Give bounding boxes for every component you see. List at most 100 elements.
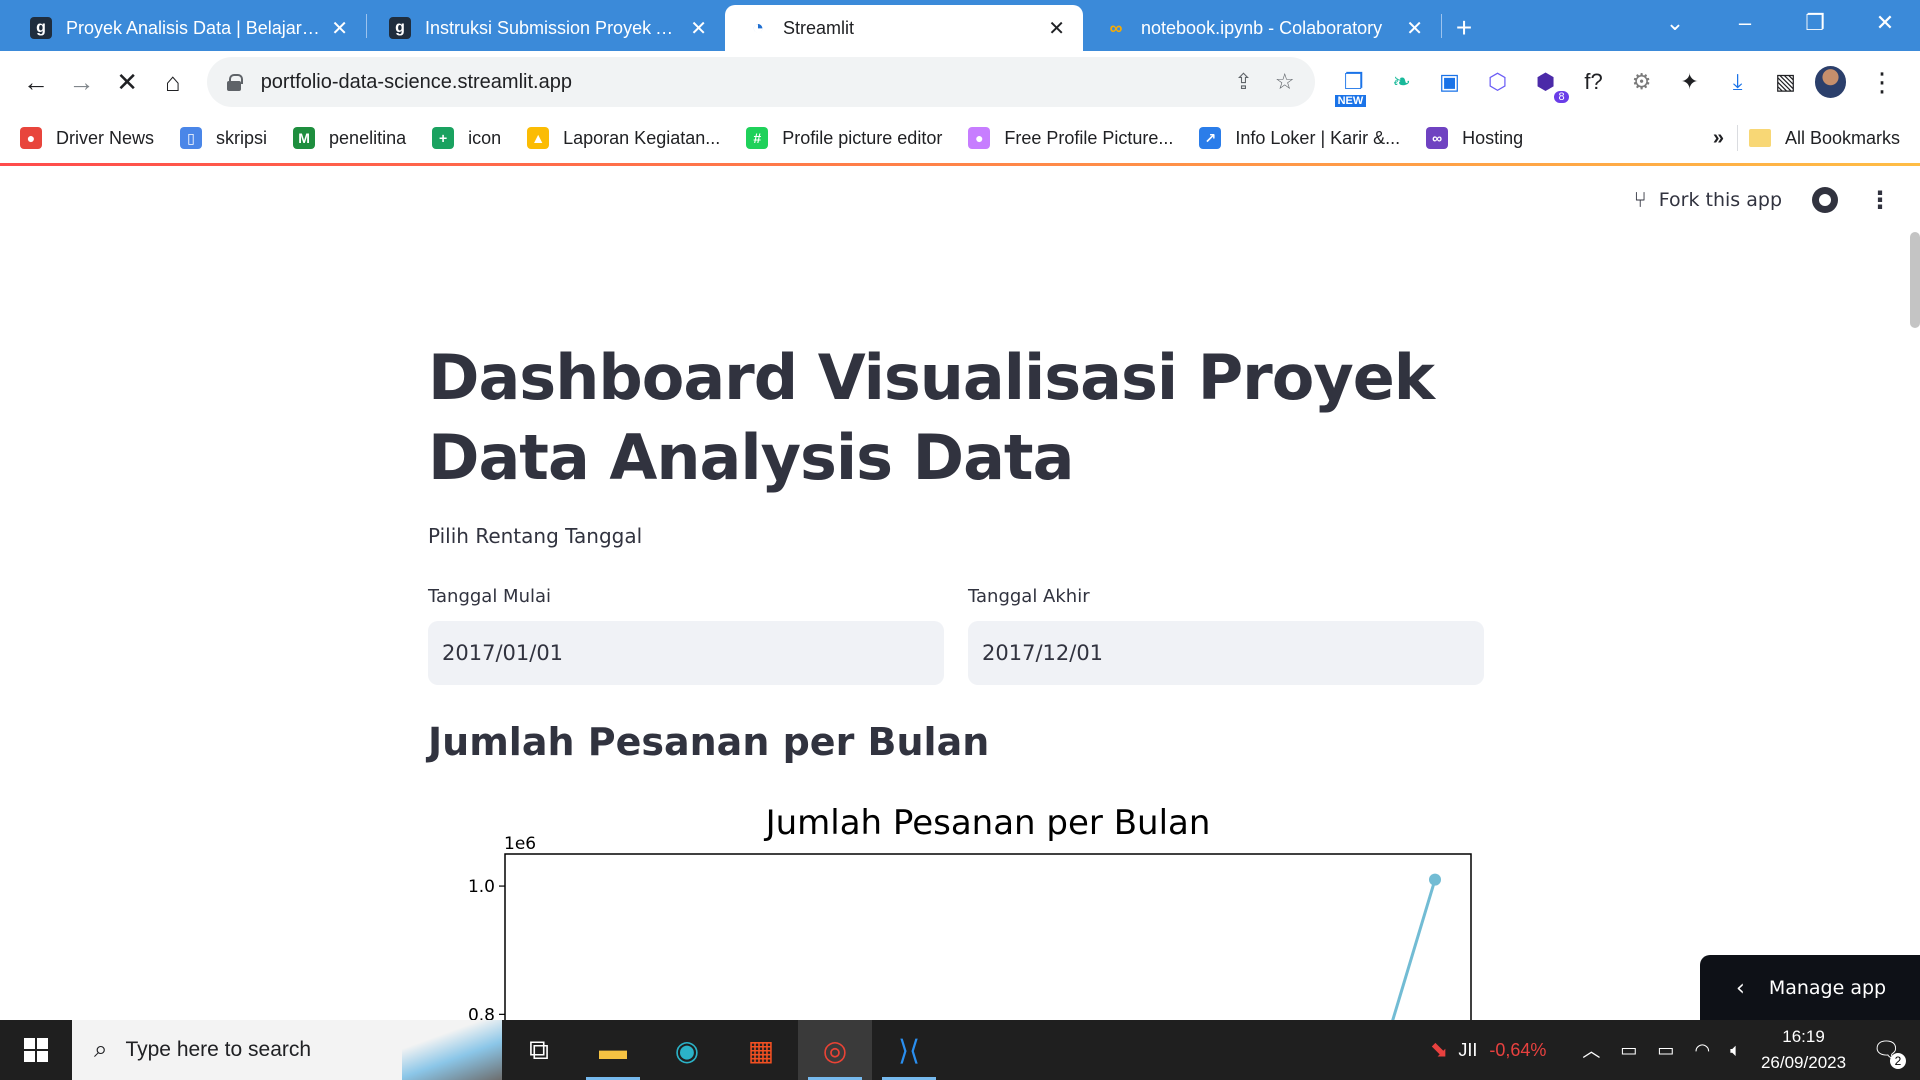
bookmark-label: skripsi: [216, 127, 268, 148]
bookmarks-overflow-icon[interactable]: »: [1713, 127, 1724, 150]
new-tab-button[interactable]: +: [1442, 5, 1486, 51]
bookmark-item[interactable]: ● Driver News: [20, 127, 154, 149]
bookmark-item[interactable]: ▲ Laporan Kegiatan...: [527, 127, 720, 149]
wifi-icon[interactable]: ◠: [1694, 1040, 1710, 1061]
address-bar[interactable]: portfolio-data-science.streamlit.app ⇪ ☆: [206, 57, 1315, 107]
battery-icon[interactable]: ▭: [1657, 1040, 1674, 1061]
taskbar-clock[interactable]: 16:19 26/09/2023: [1761, 1024, 1846, 1076]
bookmark-item[interactable]: ∞ Hosting: [1426, 127, 1523, 149]
chart-title: Jumlah Pesanan per Bulan: [764, 803, 1211, 843]
star-icon[interactable]: ☆: [1275, 69, 1295, 95]
file-explorer-icon[interactable]: ▬: [576, 1020, 650, 1080]
forward-icon[interactable]: →: [60, 60, 104, 104]
close-icon[interactable]: ✕: [331, 16, 348, 41]
bookmark-item[interactable]: Mpenelitina: [293, 127, 406, 149]
close-window-icon[interactable]: ✕: [1850, 10, 1920, 36]
stock-change[interactable]: -0,64%: [1489, 1040, 1546, 1061]
stock-chart-icon[interactable]: ⬊: [1430, 1037, 1448, 1063]
tab-proyek-analisis[interactable]: g Proyek Analisis Data | Belajar Ana ✕: [8, 5, 366, 51]
start-date-label: Tanggal Mulai: [428, 586, 552, 607]
tab-title: Instruksi Submission Proyek Anal: [425, 17, 681, 38]
stop-loading-icon[interactable]: ✕: [105, 60, 149, 104]
all-bookmarks-button[interactable]: All Bookmarks: [1748, 127, 1900, 149]
tab-strip: g Proyek Analisis Data | Belajar Ana ✕ g…: [0, 0, 1920, 51]
series-line-segment: [1391, 879, 1437, 1020]
bookmark-label: icon: [468, 127, 502, 148]
chrome-icon[interactable]: ◎: [798, 1020, 872, 1080]
tab-search-icon[interactable]: ⌄: [1640, 10, 1710, 36]
tab-streamlit[interactable]: ◔ Streamlit ✕: [725, 5, 1083, 51]
device-icon[interactable]: ▭: [1620, 1040, 1637, 1061]
bookmark-label: penelitina: [329, 127, 407, 148]
bookmark-item[interactable]: ▯ skripsi: [180, 127, 267, 149]
manage-app-button[interactable]: ‹ Manage app: [1700, 955, 1920, 1020]
window-controls: ⌄ – ❐ ✕: [1640, 0, 1920, 46]
graduation-extension-icon[interactable]: ⬢ 8: [1527, 63, 1569, 103]
puzzle-extensions-icon[interactable]: ✦: [1671, 63, 1709, 101]
bookmark-label: Profile picture editor: [782, 127, 943, 148]
side-panel-icon[interactable]: ▧: [1767, 63, 1805, 101]
home-icon[interactable]: ⌂: [151, 60, 195, 104]
bookmark-label: Laporan Kegiatan...: [563, 127, 721, 148]
bookmark-favicon-icon: ●: [968, 127, 991, 149]
tab-colab-notebook[interactable]: ∞ notebook.ipynb - Colaboratory ✕: [1083, 5, 1441, 51]
dicoding-icon: g: [30, 17, 52, 39]
fork-app-button[interactable]: Fork this app: [1659, 189, 1782, 211]
browser-toolbar: ← → ✕ ⌂ portfolio-data-science.streamlit…: [0, 51, 1920, 113]
bookmark-item[interactable]: + icon: [432, 127, 501, 149]
new-extension-icon[interactable]: ❐ NEW: [1334, 63, 1373, 107]
lock-icon[interactable]: [226, 74, 243, 91]
chevron-up-icon[interactable]: ︿: [1582, 1037, 1600, 1063]
function-extension-icon[interactable]: f?: [1575, 63, 1613, 101]
hex-extension-icon[interactable]: ⬡: [1479, 63, 1517, 101]
profile-avatar[interactable]: [1814, 66, 1847, 98]
new-extension-icon-glyph: ❐: [1343, 69, 1364, 94]
close-icon[interactable]: ✕: [1048, 16, 1065, 41]
hummingbird-extension-icon[interactable]: ❧: [1383, 63, 1421, 101]
taskbar-search[interactable]: ⌕ Type here to search: [72, 1020, 502, 1080]
windows-logo-icon: [24, 1038, 48, 1062]
chrome-menu-icon[interactable]: ⋮: [1860, 60, 1904, 104]
bookmark-item[interactable]: ↗ Info Loker | Karir &...: [1199, 127, 1400, 149]
start-date-input[interactable]: 2017/01/01: [428, 621, 944, 685]
tab-instruksi-submission[interactable]: g Instruksi Submission Proyek Anal ✕: [367, 5, 725, 51]
main-menu-icon[interactable]: ⋮: [1868, 186, 1892, 214]
data-point-december: [1429, 873, 1441, 886]
y-tick-label: 1.0: [468, 877, 495, 897]
streamlit-icon: ◔: [751, 16, 765, 39]
bookmark-item[interactable]: ● Free Profile Picture...: [968, 127, 1173, 149]
close-icon[interactable]: ✕: [690, 16, 707, 41]
end-date-column: Tanggal Akhir 2017/12/01: [968, 586, 1484, 685]
start-button[interactable]: [0, 1020, 72, 1080]
end-date-label: Tanggal Akhir: [968, 586, 1090, 607]
stock-name[interactable]: JII: [1458, 1040, 1477, 1061]
bookmark-favicon-icon: ▲: [527, 127, 550, 149]
url-text[interactable]: portfolio-data-science.streamlit.app: [261, 71, 1213, 94]
download-icon[interactable]: ⤓: [1719, 63, 1757, 101]
notifications-icon[interactable]: 🗨︎ 2: [1872, 1037, 1906, 1069]
minimize-icon[interactable]: –: [1710, 10, 1780, 36]
end-date-input[interactable]: 2017/12/01: [968, 621, 1484, 685]
all-bookmarks-label: All Bookmarks: [1784, 127, 1900, 148]
fork-icon[interactable]: ⑂: [1634, 188, 1647, 213]
extension-new-tag: NEW: [1334, 95, 1367, 107]
microsoft-store-icon[interactable]: ▦: [724, 1020, 798, 1080]
bookmark-extension-icon[interactable]: ▣: [1431, 63, 1469, 101]
search-icon: ⌕: [94, 1036, 108, 1063]
restore-icon[interactable]: ❐: [1780, 10, 1850, 36]
task-view-icon[interactable]: ⧉: [502, 1020, 576, 1080]
back-icon[interactable]: ←: [14, 60, 58, 104]
edge-icon[interactable]: ◉: [650, 1020, 724, 1080]
gear-extension-icon[interactable]: ⚙: [1623, 63, 1661, 101]
system-tray: ⬊ JII -0,64% ︿ ▭ ▭ ◠ 🔈︎ 16:19 26/09/2023…: [1430, 1020, 1920, 1080]
page-scrollbar[interactable]: [1910, 232, 1920, 328]
bookmark-extension-icon-glyph: ▣: [1439, 69, 1460, 94]
vscode-icon[interactable]: ⟩⟨: [872, 1020, 946, 1080]
share-icon[interactable]: ⇪: [1234, 69, 1252, 95]
bookmark-item[interactable]: # Profile picture editor: [746, 127, 942, 149]
close-icon[interactable]: ✕: [1406, 16, 1423, 41]
side-panel-icon-glyph: ▧: [1775, 69, 1796, 94]
volume-icon[interactable]: 🔈︎: [1730, 1040, 1741, 1061]
dicoding-icon: g: [389, 17, 411, 39]
github-icon[interactable]: [1812, 187, 1838, 213]
